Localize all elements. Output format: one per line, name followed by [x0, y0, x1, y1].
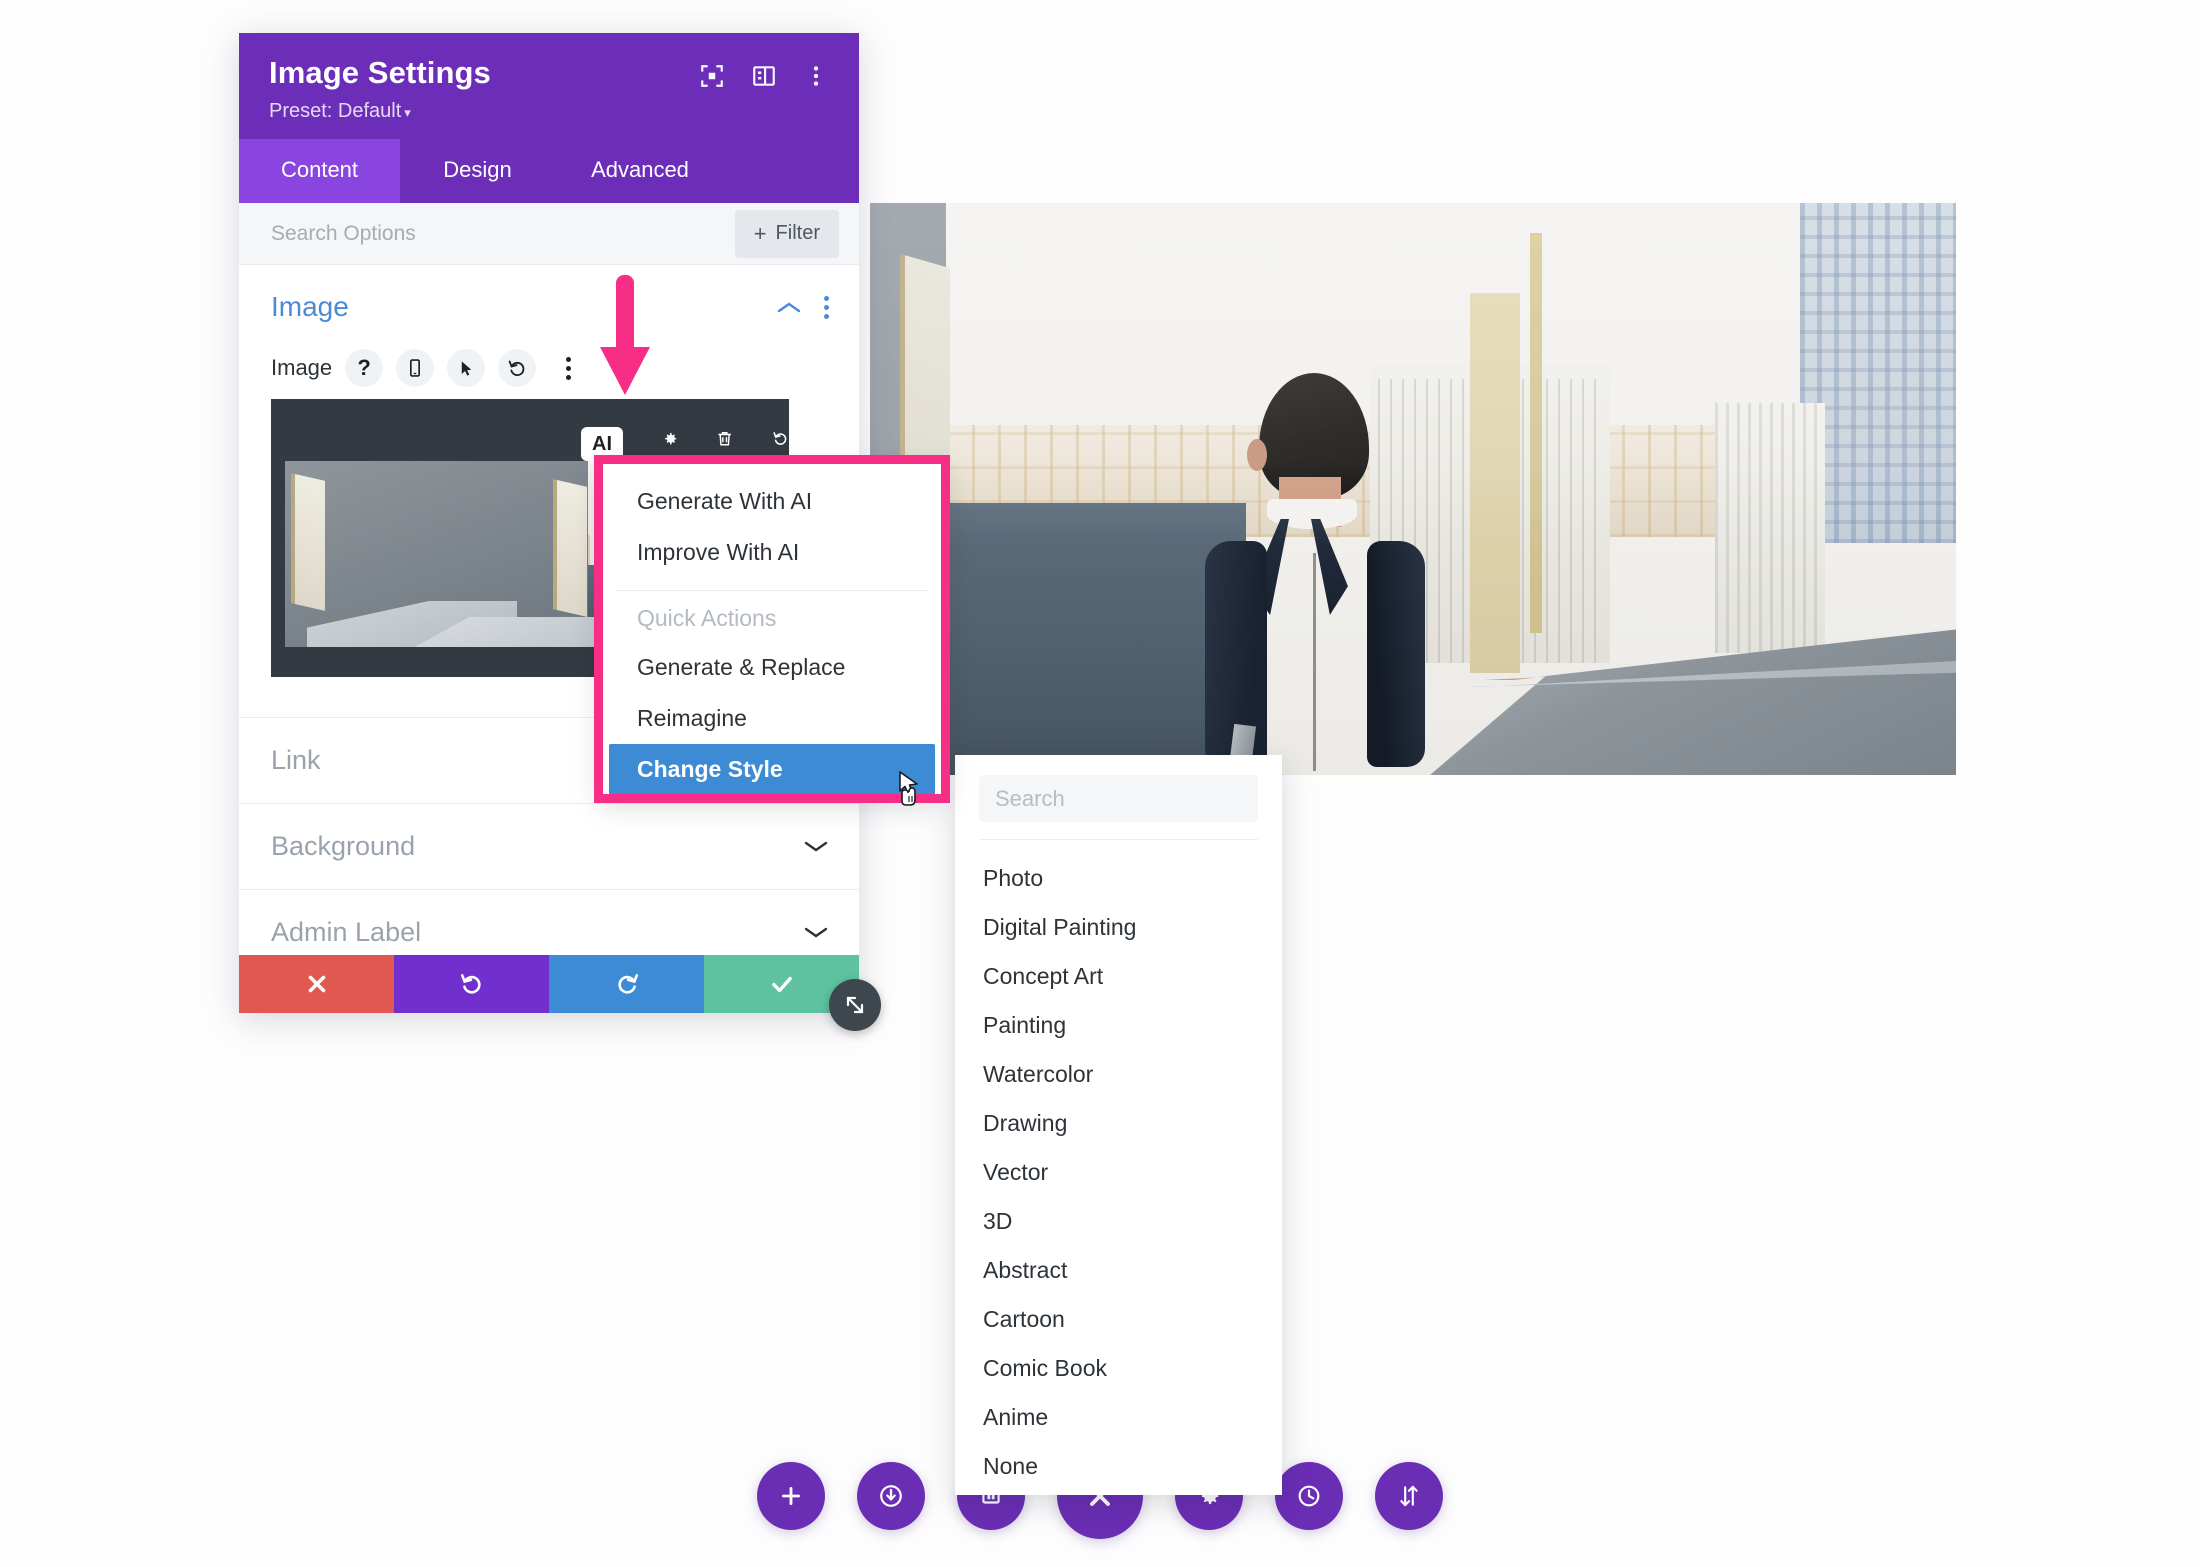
menu-item-change-style[interactable]: Change Style: [609, 744, 935, 795]
resize-handle[interactable]: [829, 979, 881, 1031]
menu-item-generate-and-replace[interactable]: Generate & Replace: [601, 642, 943, 693]
undo-icon[interactable]: [772, 430, 789, 458]
style-option-watercolor[interactable]: Watercolor: [955, 1050, 1282, 1099]
mouse-cursor-icon: [897, 770, 931, 812]
filter-button[interactable]: + Filter: [734, 209, 839, 258]
admin-label-section-label: Admin Label: [271, 917, 422, 947]
chevron-down-icon[interactable]: [803, 839, 829, 854]
background-section-label: Background: [271, 831, 416, 861]
responsive-button[interactable]: [1375, 1462, 1443, 1530]
plus-icon: +: [753, 220, 767, 246]
panel-tabs: Content Design Advanced: [239, 139, 859, 203]
redo-button[interactable]: [549, 955, 704, 1013]
tab-advanced[interactable]: Advanced: [555, 139, 725, 203]
layout-panel-icon[interactable]: [751, 63, 777, 89]
focus-target-icon[interactable]: [699, 63, 725, 89]
save-button[interactable]: [857, 1462, 925, 1530]
businessman-figure: [1195, 373, 1495, 775]
image-field-more-icon[interactable]: [549, 349, 587, 387]
search-options-bar: Search Options + Filter: [239, 203, 859, 265]
style-option-painting[interactable]: Painting: [955, 1001, 1282, 1050]
style-option-digital-painting[interactable]: Digital Painting: [955, 903, 1282, 952]
figure-ear: [1247, 439, 1267, 471]
style-option-anime[interactable]: Anime: [955, 1393, 1282, 1442]
menu-divider: [615, 590, 929, 591]
style-option-none[interactable]: None: [955, 1442, 1282, 1491]
tab-design[interactable]: Design: [400, 139, 555, 203]
style-option-concept-art[interactable]: Concept Art: [955, 952, 1282, 1001]
gear-icon[interactable]: [661, 430, 678, 458]
chevron-down-icon: ▾: [404, 105, 411, 120]
tab-content[interactable]: Content: [239, 139, 400, 203]
style-options-list: Photo Digital Painting Concept Art Paint…: [955, 840, 1282, 1491]
background-section-row[interactable]: Background: [239, 803, 859, 889]
menu-group-label-quick-actions: Quick Actions: [637, 605, 777, 631]
search-input[interactable]: Search Options: [271, 222, 416, 246]
callout-arrow-icon: [596, 275, 654, 400]
preset-selector[interactable]: Preset: Default ▾: [269, 100, 829, 123]
page-title: Image Settings: [269, 55, 491, 90]
image-section-more-icon[interactable]: [824, 295, 829, 319]
chevron-up-icon[interactable]: [776, 300, 802, 315]
undo-button[interactable]: [394, 955, 549, 1013]
menu-item-reimagine[interactable]: Reimagine: [601, 693, 943, 744]
style-option-drawing[interactable]: Drawing: [955, 1099, 1282, 1148]
responsive-mobile-icon[interactable]: [396, 349, 435, 387]
style-option-3d[interactable]: 3D: [955, 1197, 1282, 1246]
ai-button[interactable]: AI: [581, 427, 623, 461]
style-option-comic-book[interactable]: Comic Book: [955, 1344, 1282, 1393]
image-field-row: Image ?: [271, 349, 829, 387]
history-button[interactable]: [1275, 1462, 1343, 1530]
menu-item-generate-with-ai[interactable]: Generate With AI: [601, 476, 943, 527]
style-option-abstract[interactable]: Abstract: [955, 1246, 1282, 1295]
panel-header: Image Settings Preset: Default ▾: [239, 33, 859, 139]
link-section-label: Link: [271, 745, 321, 775]
building-small: [1715, 403, 1825, 653]
style-option-photo[interactable]: Photo: [955, 854, 1282, 903]
chevron-down-icon[interactable]: [803, 925, 829, 940]
help-icon[interactable]: ?: [345, 349, 384, 387]
figure-suit-seam: [1313, 553, 1316, 771]
image-field-label: Image: [271, 355, 333, 380]
screen-root: Image Settings Preset: Default ▾ Content…: [0, 0, 2200, 1567]
reset-icon[interactable]: [498, 349, 537, 387]
hover-cursor-icon[interactable]: [447, 349, 486, 387]
building-spire: [1530, 233, 1542, 633]
menu-item-improve-with-ai[interactable]: Improve With AI: [601, 527, 943, 578]
image-section-title[interactable]: Image: [271, 291, 349, 323]
filter-button-label: Filter: [775, 222, 820, 244]
style-search-input[interactable]: Search: [979, 775, 1258, 822]
trash-icon[interactable]: [716, 430, 733, 458]
figure-arm-right: [1367, 541, 1425, 767]
more-vertical-icon[interactable]: [803, 63, 829, 89]
panel-footer: [239, 955, 881, 1031]
style-option-vector[interactable]: Vector: [955, 1148, 1282, 1197]
style-submenu: Search Photo Digital Painting Concept Ar…: [955, 755, 1282, 1495]
preset-label: Preset: Default: [269, 100, 402, 122]
ai-dropdown-menu: Generate With AI Improve With AI Quick A…: [601, 462, 943, 796]
cancel-button[interactable]: [239, 955, 394, 1013]
page-hero-image: [870, 203, 1956, 775]
style-option-cartoon[interactable]: Cartoon: [955, 1295, 1282, 1344]
add-module-button[interactable]: [757, 1462, 825, 1530]
